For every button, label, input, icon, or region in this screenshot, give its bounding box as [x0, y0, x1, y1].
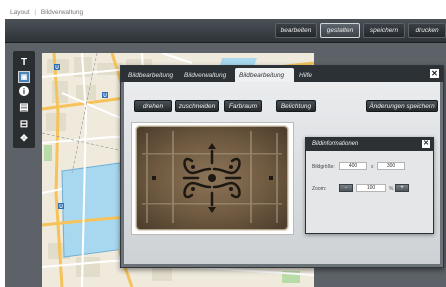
info-tool-icon[interactable]: i	[19, 86, 29, 96]
tools-panel: T ▣ i ▤ ⊟ ✥	[13, 51, 35, 148]
tab-bildbearbeitung-active[interactable]: Bildbearbeitung	[235, 68, 294, 82]
svg-text:U: U	[103, 93, 107, 99]
breadcrumb: Layout | Bildverwaltung	[0, 0, 446, 19]
text-tool-icon[interactable]: T	[18, 56, 30, 68]
save-button[interactable]: speichern	[363, 23, 405, 38]
zoom-out-button[interactable]: -	[339, 184, 353, 192]
info-close-icon[interactable]: ✕	[422, 140, 430, 148]
layout-tool-icon[interactable]: ⊟	[18, 118, 30, 130]
breadcrumb-separator: |	[34, 9, 37, 16]
image-width-field[interactable]: 400	[339, 162, 367, 170]
edit-button[interactable]: bearbeiten	[275, 23, 317, 38]
move-tool-icon[interactable]: ✥	[18, 132, 30, 144]
image-info-panel: Bildinformationen ✕ Bildgröße: 400 x 300…	[305, 137, 434, 234]
color-space-button[interactable]: Farbraum	[224, 100, 262, 112]
svg-text:U: U	[55, 65, 59, 71]
image-tool-icon[interactable]: ▣	[18, 71, 30, 83]
svg-text:U: U	[59, 204, 63, 210]
zoom-unit: %	[389, 186, 394, 192]
frame-tool-icon[interactable]: ▤	[18, 101, 30, 113]
top-toolbar: bearbeiten gestalten speichern drucken	[5, 19, 446, 43]
crop-button[interactable]: zuschneiden	[175, 100, 219, 112]
tab-bildbearbeitung[interactable]: Bildbearbeitung	[124, 68, 177, 82]
design-button[interactable]: gestalten	[320, 23, 360, 38]
image-size-label: Bildgröße:	[312, 164, 335, 170]
dialog-tabbar: Bildbearbeitung Bildverwaltung Bildbearb…	[121, 66, 443, 82]
breadcrumb-layout[interactable]: Layout	[10, 9, 30, 16]
breadcrumb-bildverwaltung: Bildverwaltung	[40, 9, 84, 16]
close-icon[interactable]: ✕	[430, 69, 439, 78]
image-preview[interactable]	[131, 122, 294, 235]
rotate-button[interactable]: drehen	[134, 100, 172, 112]
image-height-field[interactable]: 300	[377, 162, 405, 170]
manhole-cover-photo	[132, 123, 293, 234]
print-button[interactable]: drucken	[408, 23, 446, 38]
zoom-in-button[interactable]: +	[395, 184, 409, 192]
exposure-button[interactable]: Belichtung	[276, 100, 316, 112]
size-separator: x	[371, 164, 374, 170]
zoom-label: Zoom:	[312, 186, 327, 192]
save-changes-button[interactable]: Änderungen speichern	[366, 100, 438, 112]
tab-bildverwaltung[interactable]: Bildverwaltung	[180, 68, 230, 82]
tab-hilfe[interactable]: Hilfe	[295, 68, 316, 82]
info-panel-title: Bildinformationen	[306, 138, 433, 151]
zoom-field[interactable]: 100	[356, 184, 386, 192]
